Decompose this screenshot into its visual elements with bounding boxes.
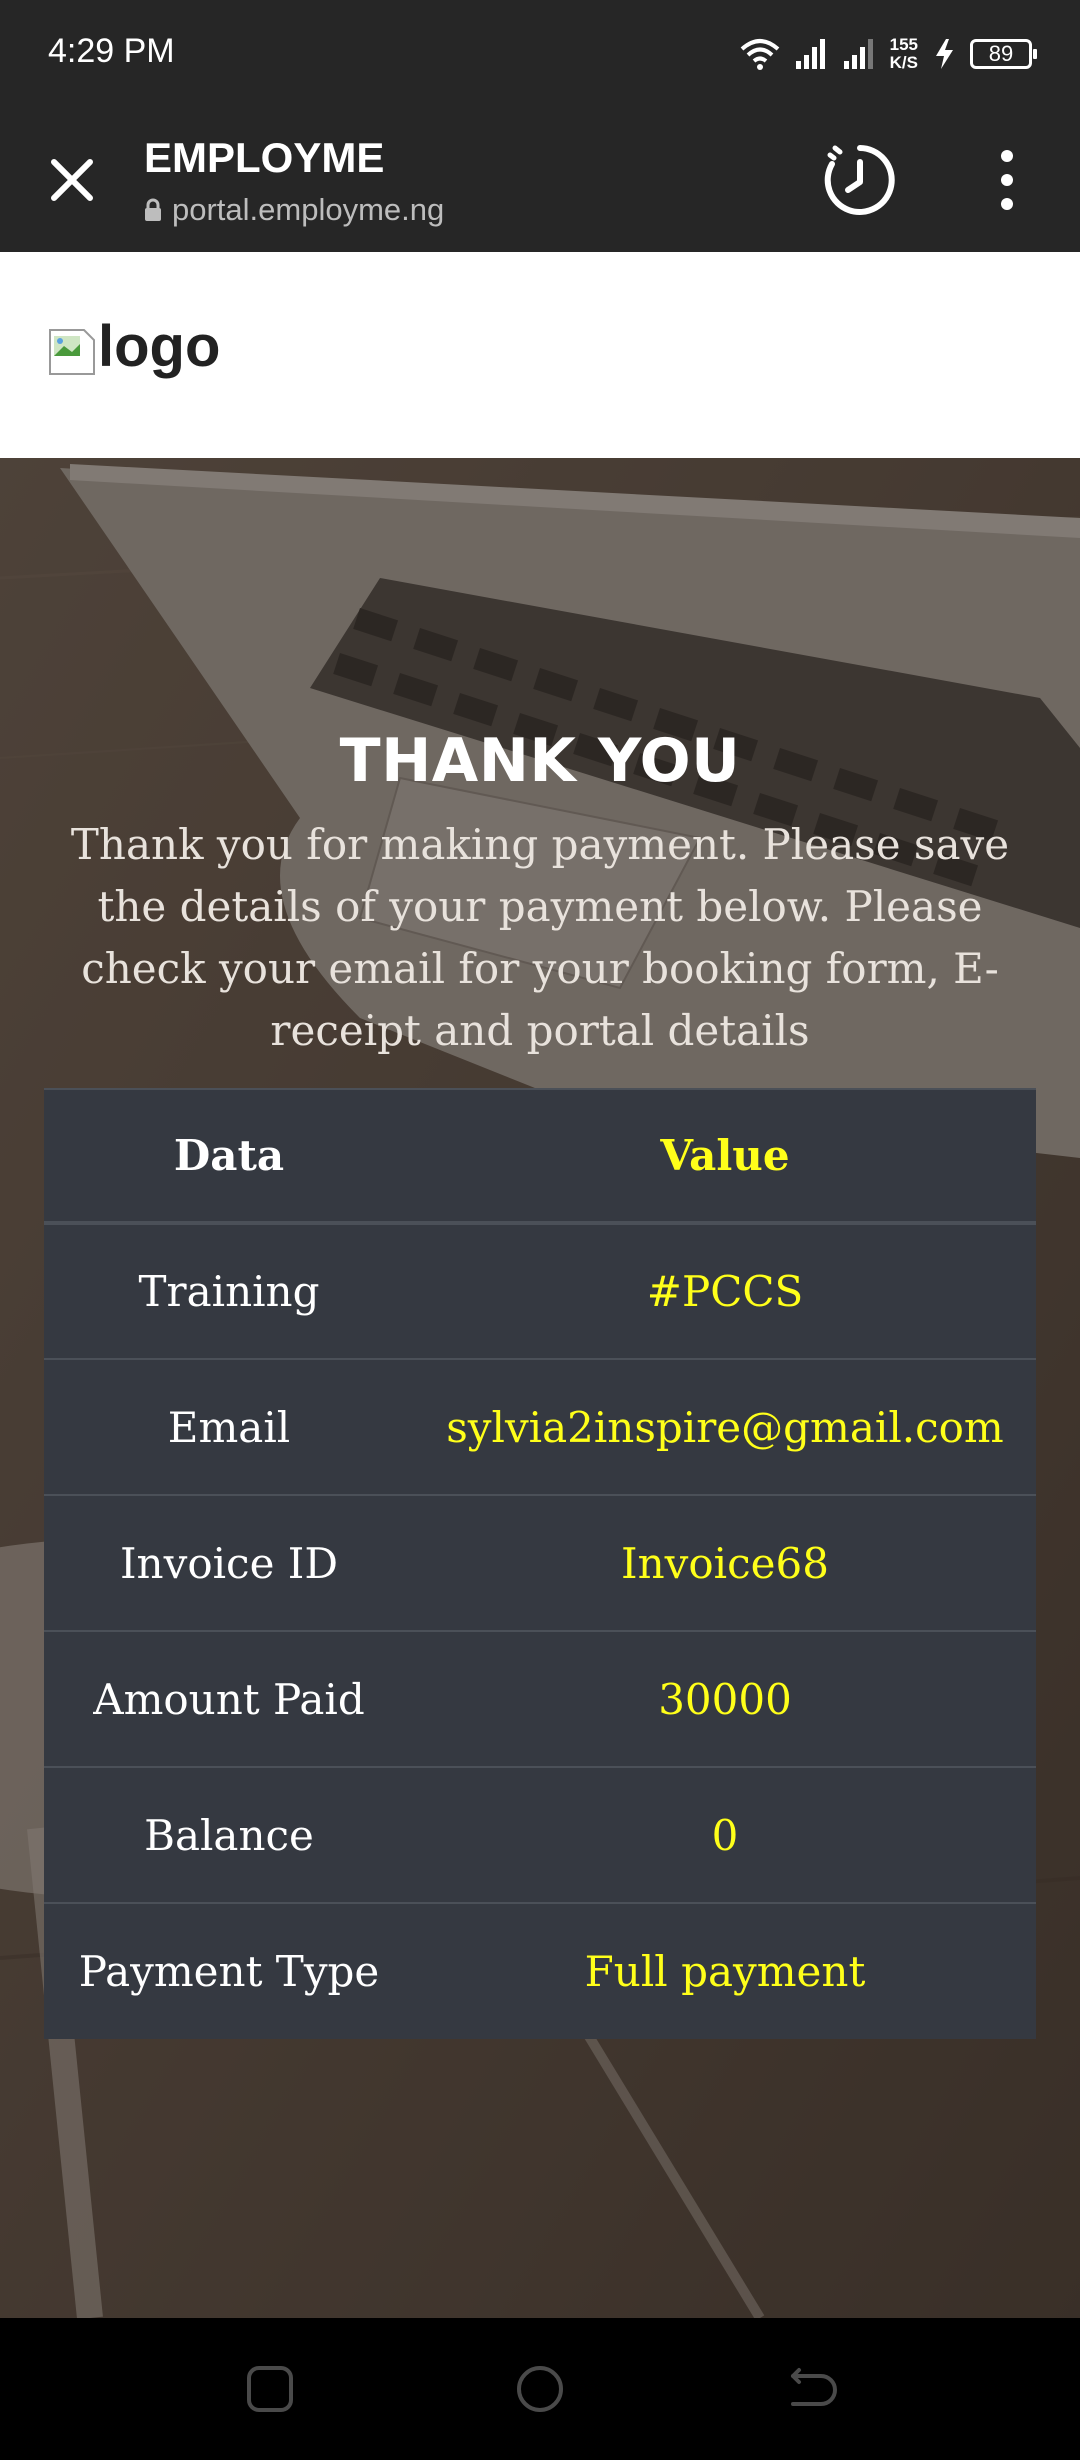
browser-toolbar: EMPLOYME portal.employme.ng	[0, 108, 1080, 252]
battery-icon: 89	[970, 39, 1037, 69]
site-url[interactable]: portal.employme.ng	[144, 192, 444, 228]
row-value-balance: 0	[414, 1766, 1036, 1903]
payment-details-table: Data Value Training #PCCS Email sylvia2i…	[44, 1088, 1036, 2039]
table-row: Training #PCCS	[44, 1222, 1036, 1359]
status-icons: 155 K/S 89	[740, 28, 1037, 80]
status-bar: 4:29 PM 155 K/S 89	[0, 0, 1080, 108]
thank-you-title: THANK YOU	[339, 726, 741, 796]
logo-alt-text: logo	[98, 314, 221, 379]
home-icon[interactable]	[513, 2362, 567, 2416]
hero-section: THANK YOU Thank you for making payment. …	[0, 458, 1080, 2318]
table-header-row: Data Value	[44, 1088, 1036, 1225]
table-row: Invoice ID Invoice68	[44, 1494, 1036, 1631]
row-label-invoice-id: Invoice ID	[44, 1494, 414, 1631]
signal-icon	[843, 39, 873, 69]
row-label-amount-paid: Amount Paid	[44, 1630, 414, 1767]
row-value-training: #PCCS	[414, 1222, 1036, 1359]
header-data: Data	[44, 1088, 414, 1225]
header-value: Value	[414, 1088, 1036, 1225]
row-value-payment-type: Full payment	[414, 1902, 1036, 2039]
row-value-invoice-id: Invoice68	[414, 1494, 1036, 1631]
site-url-text: portal.employme.ng	[172, 192, 445, 227]
thank-you-message: Thank you for making payment. Please sav…	[70, 820, 1010, 1055]
wifi-icon	[740, 39, 779, 70]
broken-image-icon	[49, 329, 95, 375]
table-row: Amount Paid 30000	[44, 1630, 1036, 1767]
network-speed-unit: K/S	[889, 53, 918, 72]
row-value-amount-paid: 30000	[414, 1630, 1036, 1767]
thank-you-block: THANK YOU Thank you for making payment. …	[44, 726, 1036, 1062]
more-vert-icon[interactable]	[990, 148, 1024, 212]
lock-icon	[145, 198, 161, 221]
back-icon[interactable]	[783, 2362, 837, 2416]
row-value-email: sylvia2inspire@gmail.com	[414, 1358, 1036, 1495]
system-nav-bar	[0, 2318, 1080, 2460]
network-speed-value: 155	[889, 35, 918, 54]
network-speed: 155 K/S	[890, 36, 918, 72]
row-label-payment-type: Payment Type	[44, 1902, 414, 2039]
row-label-email: Email	[44, 1358, 414, 1495]
table-row: Balance 0	[44, 1766, 1036, 1903]
recents-icon[interactable]	[243, 2362, 297, 2416]
battery-level: 89	[988, 41, 1014, 66]
close-icon[interactable]	[40, 148, 104, 212]
logo[interactable]: logo	[48, 318, 220, 376]
table-row: Email sylvia2inspire@gmail.com	[44, 1358, 1036, 1495]
signal-icon	[795, 39, 825, 69]
history-icon[interactable]	[822, 142, 898, 218]
row-label-balance: Balance	[44, 1766, 414, 1903]
table-row: Payment Type Full payment	[44, 1902, 1036, 2039]
charging-icon	[936, 39, 953, 69]
row-label-training: Training	[44, 1222, 414, 1359]
site-title: EMPLOYME	[144, 134, 385, 181]
status-time: 4:29 PM	[48, 32, 175, 70]
site-header: logo	[0, 252, 1080, 458]
